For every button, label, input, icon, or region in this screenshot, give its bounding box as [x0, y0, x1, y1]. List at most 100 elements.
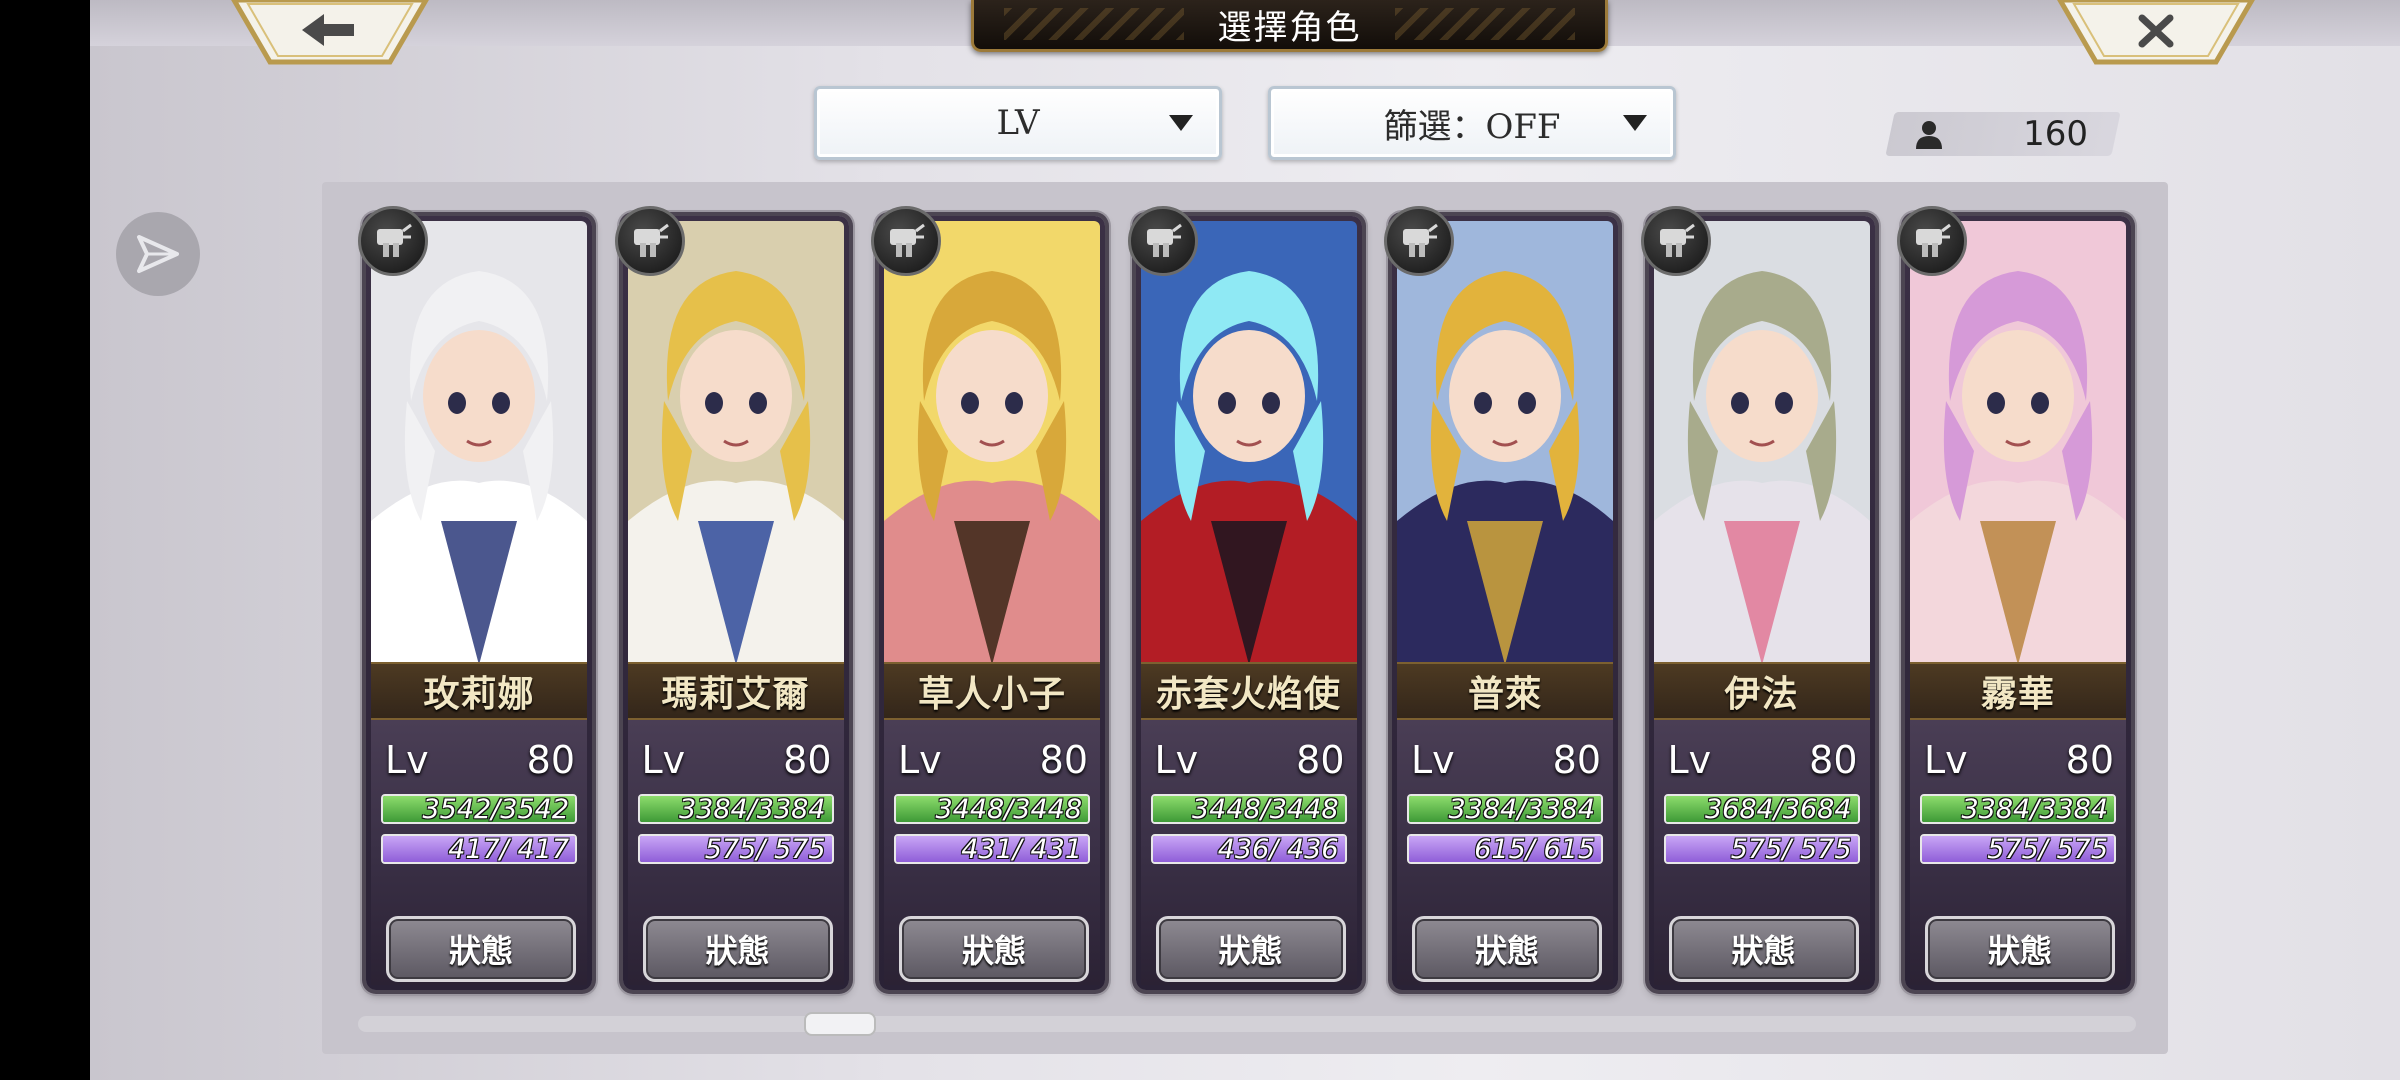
level-label: Lv [898, 738, 942, 782]
level-label: Lv [385, 738, 429, 782]
character-portrait[interactable] [627, 221, 844, 665]
close-button[interactable] [2056, 0, 2256, 66]
status-button[interactable]: 狀態 [899, 916, 1089, 982]
level-value: 80 [1809, 738, 1858, 782]
character-card[interactable]: 玫莉娜 Lv 80 3542/3542 417/ 417 狀態 [358, 206, 592, 990]
hp-value: 3542/3542 [422, 794, 569, 824]
status-button-label: 狀態 [1474, 932, 1539, 970]
character-name: 赤套火焰使 [1155, 673, 1341, 715]
character-count-value: 160 [2023, 114, 2088, 154]
hp-bar: 3384/3384 [1920, 794, 2116, 824]
character-name: 草人小子 [917, 673, 1066, 715]
status-button[interactable]: 狀態 [1925, 916, 2115, 982]
mp-value: 431/ 431 [961, 834, 1082, 864]
level-label: Lv [1411, 738, 1455, 782]
mp-value: 436/ 436 [1217, 834, 1339, 864]
character-card[interactable]: 伊法 Lv 80 3684/3684 575/ 575 狀態 [1640, 206, 1875, 990]
horizontal-scrollbar[interactable] [358, 1016, 2136, 1032]
mp-value: 575/ 575 [704, 834, 826, 864]
hp-value: 3684/3684 [1704, 794, 1852, 824]
hp-value: 3384/3384 [678, 794, 826, 824]
character-select-screen: 選擇角色 LV 篩選：OFF 160 玫莉娜 Lv 80 3542/3542 417/ … [90, 0, 2400, 1080]
status-button-label: 狀態 [1987, 932, 2052, 970]
scrollbar-thumb[interactable] [804, 1012, 876, 1036]
character-name-plate: 伊法 [1653, 662, 1870, 720]
character-card[interactable]: 瑪莉艾爾 Lv 80 3384/3384 575/ 575 狀態 [614, 206, 849, 990]
mp-value: 417/ 417 [448, 834, 569, 864]
character-portrait[interactable] [1910, 221, 2126, 665]
character-name-plate: 草人小子 [884, 662, 1100, 720]
character-stats: Lv 80 3384/3384 575/ 575 狀態 [627, 720, 844, 985]
sort-dropdown[interactable]: LV [814, 86, 1222, 160]
share-button[interactable] [116, 212, 200, 296]
status-button[interactable]: 狀態 [386, 916, 576, 982]
class-weapon-icon [358, 206, 428, 276]
hp-value: 3384/3384 [1448, 794, 1595, 824]
back-button[interactable] [230, 0, 430, 66]
send-icon [137, 235, 179, 273]
mp-value: 615/ 615 [1474, 834, 1595, 864]
character-card[interactable]: 普萊 Lv 80 3384/3384 615/ 615 狀態 [1384, 206, 1618, 990]
title-ornament-left [1004, 8, 1184, 40]
level-row: Lv 80 [1668, 738, 1858, 782]
character-stats: Lv 80 3448/3448 431/ 431 狀態 [884, 720, 1100, 985]
filter-dropdown-value: 篩選：OFF [1383, 106, 1561, 147]
mp-value: 575/ 575 [1987, 834, 2108, 864]
hp-value: 3448/3448 [1191, 794, 1339, 824]
level-row: Lv 80 [1155, 738, 1345, 782]
character-name: 霧華 [1980, 673, 2055, 715]
hp-value: 3384/3384 [1961, 794, 2108, 824]
character-portrait[interactable] [884, 221, 1100, 665]
chevron-down-icon [1169, 115, 1193, 131]
user-icon [1916, 121, 1942, 149]
character-card[interactable]: 赤套火焰使 Lv 80 3448/3448 436/ 436 狀態 [1127, 206, 1362, 990]
level-value: 80 [526, 738, 575, 782]
status-button[interactable]: 狀態 [1155, 916, 1346, 982]
hp-bar: 3384/3384 [1407, 794, 1603, 824]
character-name: 玫莉娜 [423, 673, 535, 715]
status-button[interactable]: 狀態 [1412, 916, 1602, 982]
hp-bar: 3542/3542 [381, 794, 577, 824]
character-name-plate: 瑪莉艾爾 [627, 662, 844, 720]
hp-bar: 3448/3448 [894, 794, 1090, 824]
class-weapon-icon [871, 206, 941, 276]
character-stats: Lv 80 3684/3684 575/ 575 狀態 [1653, 720, 1870, 985]
hp-bar: 3384/3384 [637, 794, 834, 824]
title-plate: 選擇角色 [971, 0, 1608, 52]
level-value: 80 [1039, 738, 1088, 782]
mp-bar: 575/ 575 [637, 834, 834, 864]
character-name-plate: 玫莉娜 [371, 662, 587, 720]
level-row: Lv 80 [1411, 738, 1601, 782]
character-portrait[interactable] [1653, 221, 1870, 665]
class-weapon-icon [614, 206, 685, 276]
status-button[interactable]: 狀態 [1668, 916, 1859, 982]
character-name: 普萊 [1467, 673, 1542, 715]
character-name: 伊法 [1724, 673, 1799, 715]
level-label: Lv [1667, 738, 1712, 782]
x-icon [2057, 0, 2255, 65]
hp-bar: 3448/3448 [1150, 794, 1347, 824]
character-portrait[interactable] [371, 221, 587, 665]
hp-bar: 3684/3684 [1663, 794, 1860, 824]
sort-dropdown-value: LV [996, 103, 1040, 143]
character-name-plate: 普萊 [1397, 662, 1613, 720]
class-weapon-icon [1640, 206, 1711, 276]
character-portrait[interactable] [1397, 221, 1613, 665]
mp-bar: 575/ 575 [1920, 834, 2116, 864]
character-card[interactable]: 草人小子 Lv 80 3448/3448 431/ 431 狀態 [871, 206, 1105, 990]
left-black-bar [0, 0, 90, 1080]
character-stats: Lv 80 3384/3384 615/ 615 狀態 [1397, 720, 1613, 985]
status-button-label: 狀態 [1731, 932, 1796, 970]
character-card[interactable]: 霧華 Lv 80 3384/3384 575/ 575 狀態 [1897, 206, 2131, 990]
status-button[interactable]: 狀態 [642, 916, 833, 982]
character-count: 160 [1890, 112, 2116, 156]
filter-dropdown[interactable]: 篩選：OFF [1268, 86, 1676, 160]
character-portrait[interactable] [1140, 221, 1357, 665]
level-row: Lv 80 [385, 738, 575, 782]
character-name-plate: 霧華 [1910, 662, 2126, 720]
status-button-label: 狀態 [961, 932, 1026, 970]
arrow-left-icon [231, 0, 429, 65]
character-stats: Lv 80 3542/3542 417/ 417 狀態 [371, 720, 587, 985]
class-weapon-icon [1127, 206, 1198, 276]
status-button-label: 狀態 [705, 932, 770, 970]
